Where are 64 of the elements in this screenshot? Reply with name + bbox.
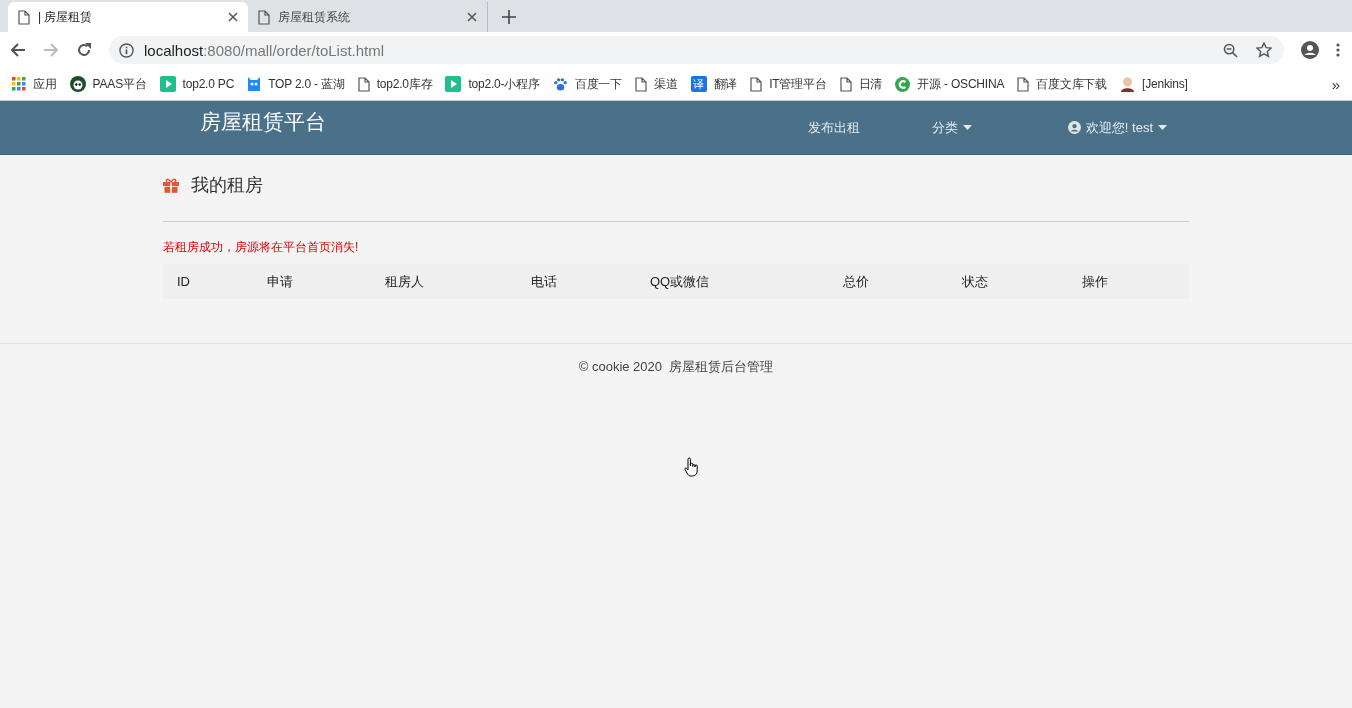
bookmark[interactable]: 百度文库下载 — [1017, 75, 1108, 93]
page-icon — [258, 9, 270, 25]
url-text: localhost:8080/mall/order/toList.html — [144, 41, 385, 59]
page-icon — [357, 76, 370, 92]
column-header: 总价 — [843, 272, 870, 291]
caret-icon — [962, 125, 972, 130]
page-icon — [635, 76, 647, 92]
bookmark[interactable]: top2.0 PC — [159, 76, 235, 92]
column-header: 申请 — [267, 272, 294, 291]
notice-text: 若租房成功，房源将在平台首页消失! — [163, 239, 360, 256]
column-header: 租房人 — [385, 272, 425, 291]
page-icon — [839, 76, 852, 92]
more-bookmarks-button[interactable]: » — [1331, 75, 1340, 93]
close-icon[interactable] — [228, 12, 238, 22]
info-icon — [119, 42, 134, 58]
footer-text: © cookie 2020 房屋租赁后台管理 — [578, 359, 774, 374]
star-icon[interactable] — [1256, 42, 1272, 58]
bookmark[interactable]: top2.0-小程序 — [445, 75, 540, 93]
caret-icon — [1158, 125, 1167, 130]
bookmark[interactable]: TOP 2.0 - 蓝湖 — [247, 75, 345, 93]
avatar-icon — [1120, 76, 1136, 92]
bookmark[interactable]: 开源 - OSCHINA — [895, 75, 1005, 93]
play-icon — [159, 76, 176, 92]
bookmark[interactable]: 应用 — [12, 75, 57, 93]
back-icon[interactable] — [10, 42, 26, 58]
new-tab-icon[interactable] — [502, 10, 516, 24]
translate-icon: 译 — [690, 76, 707, 92]
apps-grid-icon — [12, 77, 26, 91]
mascot-icon — [247, 76, 262, 92]
nav-link[interactable]: 欢迎您! test — [1067, 118, 1167, 137]
zoom-icon[interactable] — [1223, 42, 1238, 58]
menu-icon[interactable] — [1336, 43, 1340, 57]
brand-title[interactable]: 房屋租赁平台 — [200, 107, 326, 136]
browser-tab[interactable]: | 房屋租赁 — [8, 2, 248, 32]
hand-cursor-icon — [684, 457, 698, 477]
account-icon[interactable] — [1301, 41, 1319, 59]
nav-link[interactable]: 发布出租 — [807, 118, 860, 137]
page-icon — [18, 9, 30, 25]
bookmark[interactable]: PAAS平台 — [69, 75, 147, 93]
bookmark[interactable]: IT管理平台 — [750, 75, 827, 93]
column-header: ID — [177, 274, 191, 289]
column-header: 操作 — [1082, 272, 1109, 291]
address-bar[interactable]: localhost:8080/mall/order/toList.html — [109, 36, 1284, 64]
user-icon — [1067, 121, 1081, 134]
column-header: 电话 — [531, 272, 558, 291]
c-logo-icon — [895, 76, 911, 92]
reload-icon[interactable] — [76, 42, 92, 58]
bookmark[interactable]: top2.0库存 — [357, 75, 433, 93]
play-icon — [445, 76, 462, 92]
bookmark[interactable]: 渠道 — [635, 75, 678, 93]
page-icon — [1017, 76, 1030, 92]
bookmark[interactable]: 百度一下 — [552, 75, 622, 93]
column-header: QQ或微信 — [650, 272, 711, 291]
panda-logo-icon — [69, 76, 86, 92]
column-header: 状态 — [962, 272, 989, 291]
page-icon — [750, 76, 763, 92]
gift-icon — [163, 177, 179, 193]
bookmark[interactable]: 译 翻译 — [690, 75, 738, 93]
bookmark[interactable]: 日清 — [839, 75, 883, 93]
close-icon[interactable] — [467, 12, 477, 22]
page-title: 我的租房 — [191, 174, 263, 197]
paw-icon — [552, 76, 568, 92]
bookmark[interactable]: [Jenkins] — [1120, 76, 1188, 92]
nav-link[interactable]: 分类 — [931, 118, 972, 137]
